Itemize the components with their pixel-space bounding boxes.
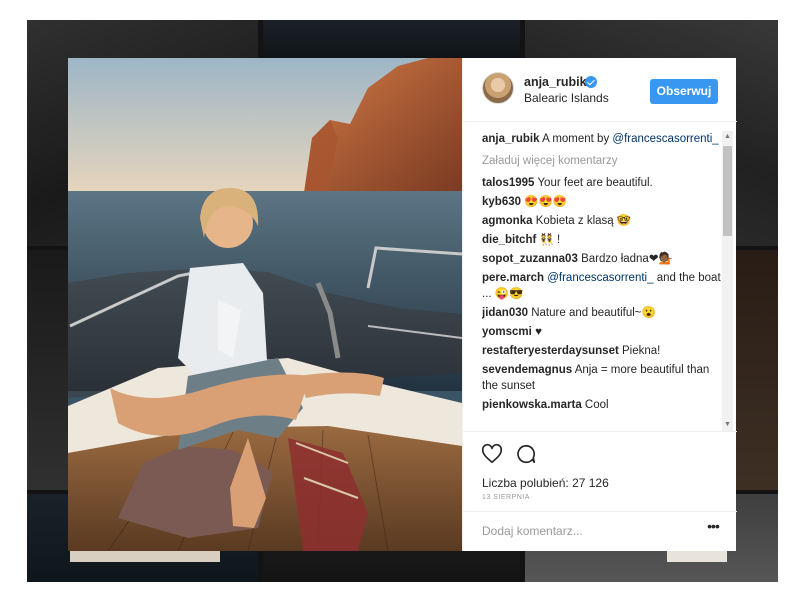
comment-username[interactable]: yomscmi — [482, 326, 532, 338]
list-item: die_bitchf 👯 ! — [482, 232, 722, 248]
list-item: talos1995 Your feet are beautiful. — [482, 175, 722, 191]
post-modal: anja_rubik Balearic Islands Obserwuj anj… — [68, 58, 737, 551]
add-comment-input[interactable] — [482, 522, 682, 540]
comment-text: Piekna! — [622, 345, 661, 357]
post-header: anja_rubik Balearic Islands Obserwuj — [463, 58, 737, 122]
post-date: 13 SIERPNIA — [482, 494, 530, 501]
comment-username[interactable]: kyb630 — [482, 196, 521, 208]
likes-count[interactable]: Liczba polubień: 27 126 — [482, 476, 609, 490]
post-photo[interactable] — [68, 58, 462, 551]
list-item: sevendemagnus Anja = more beautiful than… — [482, 362, 722, 394]
caption-text: A moment by — [542, 133, 610, 145]
comment-username[interactable]: sopot_zuzanna03 — [482, 253, 578, 265]
list-item: sopot_zuzanna03 Bardzo ładna❤💁🏾 — [482, 251, 722, 267]
comment-username[interactable]: agmonka — [482, 215, 533, 227]
comment-mention[interactable]: @francescasorrenti_ — [547, 272, 653, 284]
list-item: agmonka Kobieta z klasą 🤓 — [482, 213, 722, 229]
list-item: restafteryesterdaysunset Piekna! — [482, 343, 722, 359]
caption-username[interactable]: anja_rubik — [482, 133, 540, 145]
list-item: pienkowska.marta Cool — [482, 397, 722, 413]
list-item: pere.march @francescasorrenti_ and the b… — [482, 270, 722, 302]
scroll-down-arrow-icon[interactable]: ▼ — [722, 419, 733, 431]
list-item: jidan030 Nature and beautiful~😮 — [482, 305, 722, 321]
caption-mention[interactable]: @francescasorrenti_ — [612, 133, 718, 145]
post-photo-image — [68, 58, 462, 551]
scroll-up-arrow-icon[interactable]: ▲ — [722, 131, 733, 143]
comment-text: Your feet are beautiful. — [537, 177, 653, 189]
list-item: kyb630 😍😍😍 — [482, 194, 722, 210]
load-more-comments[interactable]: Załaduj więcej komentarzy — [482, 153, 722, 169]
scrollbar-thumb[interactable] — [723, 146, 732, 236]
comment-text: ♥ — [535, 326, 542, 338]
comment-username[interactable]: die_bitchf — [482, 234, 536, 246]
comments-list[interactable]: anja_rubik A moment by @francescasorrent… — [482, 131, 722, 431]
comment-text: Cool — [584, 399, 609, 411]
comment-text: Nature and beautiful~😮 — [531, 307, 656, 319]
author-username[interactable]: anja_rubik — [524, 75, 587, 89]
ellipsis-icon[interactable]: ••• — [703, 518, 723, 538]
comments-scrollbar[interactable]: ▲ ▼ — [722, 131, 733, 431]
comment-text: 😍😍😍 — [524, 196, 568, 208]
comment-text: 👯 ! — [539, 234, 561, 246]
comment-text: Bardzo ładna❤💁🏾 — [581, 253, 673, 265]
list-item: yomscmi ♥ — [482, 324, 722, 340]
comment-username[interactable]: restafteryesterdaysunset — [482, 345, 619, 357]
comment-username[interactable]: jidan030 — [482, 307, 528, 319]
speech-bubble-icon[interactable] — [515, 443, 537, 465]
comment-username[interactable]: pienkowska.marta — [482, 399, 582, 411]
post-sidebar: anja_rubik Balearic Islands Obserwuj anj… — [462, 58, 737, 551]
comment-username[interactable]: pere.march — [482, 272, 544, 284]
follow-button[interactable]: Obserwuj — [650, 79, 718, 104]
add-comment-bar: ••• — [463, 511, 737, 551]
avatar[interactable] — [482, 72, 514, 104]
heart-icon[interactable] — [481, 443, 503, 465]
caption: anja_rubik A moment by @francescasorrent… — [482, 131, 722, 147]
post-actions: Liczba polubień: 27 126 13 SIERPNIA — [463, 431, 737, 501]
verified-badge-icon — [585, 76, 597, 88]
post-location[interactable]: Balearic Islands — [524, 91, 609, 105]
comment-text: Kobieta z klasą 🤓 — [535, 215, 632, 227]
comment-username[interactable]: talos1995 — [482, 177, 534, 189]
comment-username[interactable]: sevendemagnus — [482, 364, 572, 376]
